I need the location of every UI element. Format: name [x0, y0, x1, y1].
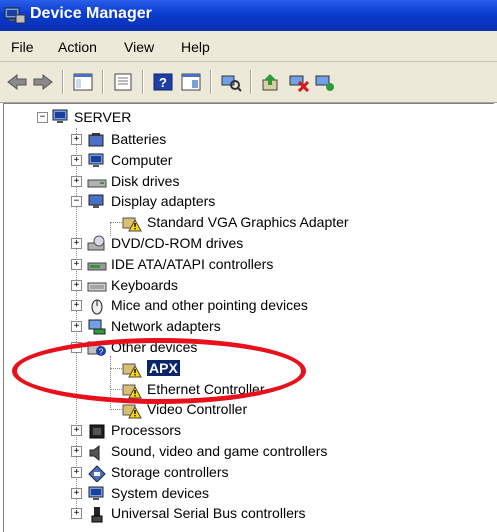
tree-category-item[interactable]: Other devices — [111, 339, 197, 355]
expand-toggle[interactable]: + — [71, 508, 82, 520]
menu-help[interactable]: Help — [181, 39, 210, 55]
unknown-device-icon: ? — [87, 341, 106, 357]
computer-icon — [52, 109, 68, 123]
warning-device-icon — [122, 217, 142, 232]
expand-toggle[interactable]: + — [71, 425, 82, 437]
tree-category-item[interactable]: Keyboards — [111, 277, 178, 293]
tree-category-item[interactable]: Computer — [111, 152, 172, 168]
show-hide-tree-icon[interactable] — [72, 72, 94, 92]
tree-device-item[interactable]: Video Controller — [147, 401, 247, 417]
tree-category-item[interactable]: Mice and other pointing devices — [111, 297, 308, 313]
tree-category-item[interactable]: Processors — [111, 422, 181, 438]
menu-bar: File Action View Help — [0, 31, 497, 62]
tree-device-item[interactable]: Ethernet Controller — [147, 381, 265, 397]
scan-hardware-icon[interactable] — [220, 72, 242, 92]
computer-icon — [88, 153, 104, 167]
update-driver-icon[interactable] — [260, 72, 282, 92]
network-adapter-icon — [88, 319, 106, 335]
warning-device-icon — [122, 363, 142, 378]
warning-device-icon — [122, 384, 142, 399]
storage-controller-icon — [88, 465, 106, 482]
help-icon[interactable]: ? — [152, 72, 174, 92]
ide-controller-icon — [87, 262, 107, 271]
tree-category-item[interactable]: Batteries — [111, 131, 166, 147]
processor-icon — [89, 424, 105, 439]
collapse-toggle[interactable]: − — [37, 112, 48, 123]
keyboard-icon — [87, 282, 107, 292]
expand-toggle[interactable]: + — [71, 175, 82, 187]
forward-arrow-icon[interactable] — [32, 72, 54, 92]
expand-toggle[interactable]: + — [71, 321, 82, 333]
tree-category-item[interactable]: Universal Serial Bus controllers — [111, 505, 306, 521]
expand-toggle[interactable]: + — [71, 446, 82, 457]
window-title: Device Manager — [30, 5, 152, 22]
svg-text:?: ? — [159, 75, 167, 90]
mouse-icon — [91, 299, 103, 315]
usb-icon — [91, 507, 103, 523]
collapse-toggle[interactable]: − — [71, 342, 82, 353]
tree-category-item[interactable]: Sound, video and game controllers — [111, 443, 327, 459]
uninstall-icon[interactable] — [288, 72, 310, 92]
collapse-toggle[interactable]: − — [71, 196, 82, 208]
svg-text:?: ? — [99, 348, 104, 357]
tree-category-item[interactable]: System devices — [111, 485, 209, 501]
view-icon[interactable] — [180, 72, 202, 92]
tree-category-item[interactable]: DVD/CD-ROM drives — [111, 235, 243, 251]
properties-icon[interactable] — [112, 72, 134, 92]
tree-category-item[interactable]: Display adapters — [111, 193, 215, 209]
device-tree[interactable]: − SERVER + Batteries + Computer + Disk drives… — [3, 103, 494, 532]
expand-toggle[interactable]: + — [71, 300, 82, 312]
tree-category-item[interactable]: IDE ATA/ATAPI controllers — [111, 256, 273, 272]
tree-device-item[interactable]: Standard VGA Graphics Adapter — [147, 214, 349, 230]
dvd-drive-icon — [87, 235, 105, 251]
tree-device-item[interactable]: APX — [147, 359, 180, 376]
expand-toggle[interactable]: + — [71, 154, 82, 166]
back-arrow-icon[interactable] — [6, 72, 28, 92]
menu-file[interactable]: File — [11, 39, 34, 55]
enable-device-icon[interactable] — [314, 72, 336, 92]
expand-toggle[interactable]: + — [71, 466, 82, 478]
menu-action[interactable]: Action — [58, 39, 97, 55]
tree-category-item[interactable]: Network adapters — [111, 318, 221, 334]
tree-root[interactable]: SERVER — [74, 109, 131, 125]
expand-toggle[interactable]: + — [71, 487, 82, 499]
tree-category-item[interactable]: Storage controllers — [111, 464, 229, 480]
warning-device-icon — [122, 404, 142, 419]
title-bar[interactable]: Device Manager — [0, 0, 497, 31]
tree-category-item[interactable]: Disk drives — [111, 173, 179, 189]
expand-toggle[interactable]: + — [71, 238, 82, 249]
display-adapter-icon — [88, 194, 104, 209]
toolbar: ? — [0, 62, 497, 103]
disk-drive-icon — [87, 179, 107, 188]
device-manager-icon — [4, 7, 26, 24]
battery-icon — [88, 133, 104, 147]
expand-toggle[interactable]: + — [71, 279, 82, 291]
system-devices-icon — [88, 486, 104, 500]
sound-icon — [89, 444, 100, 461]
expand-toggle[interactable]: + — [71, 258, 82, 270]
expand-toggle[interactable]: + — [71, 134, 82, 145]
menu-view[interactable]: View — [124, 39, 154, 55]
